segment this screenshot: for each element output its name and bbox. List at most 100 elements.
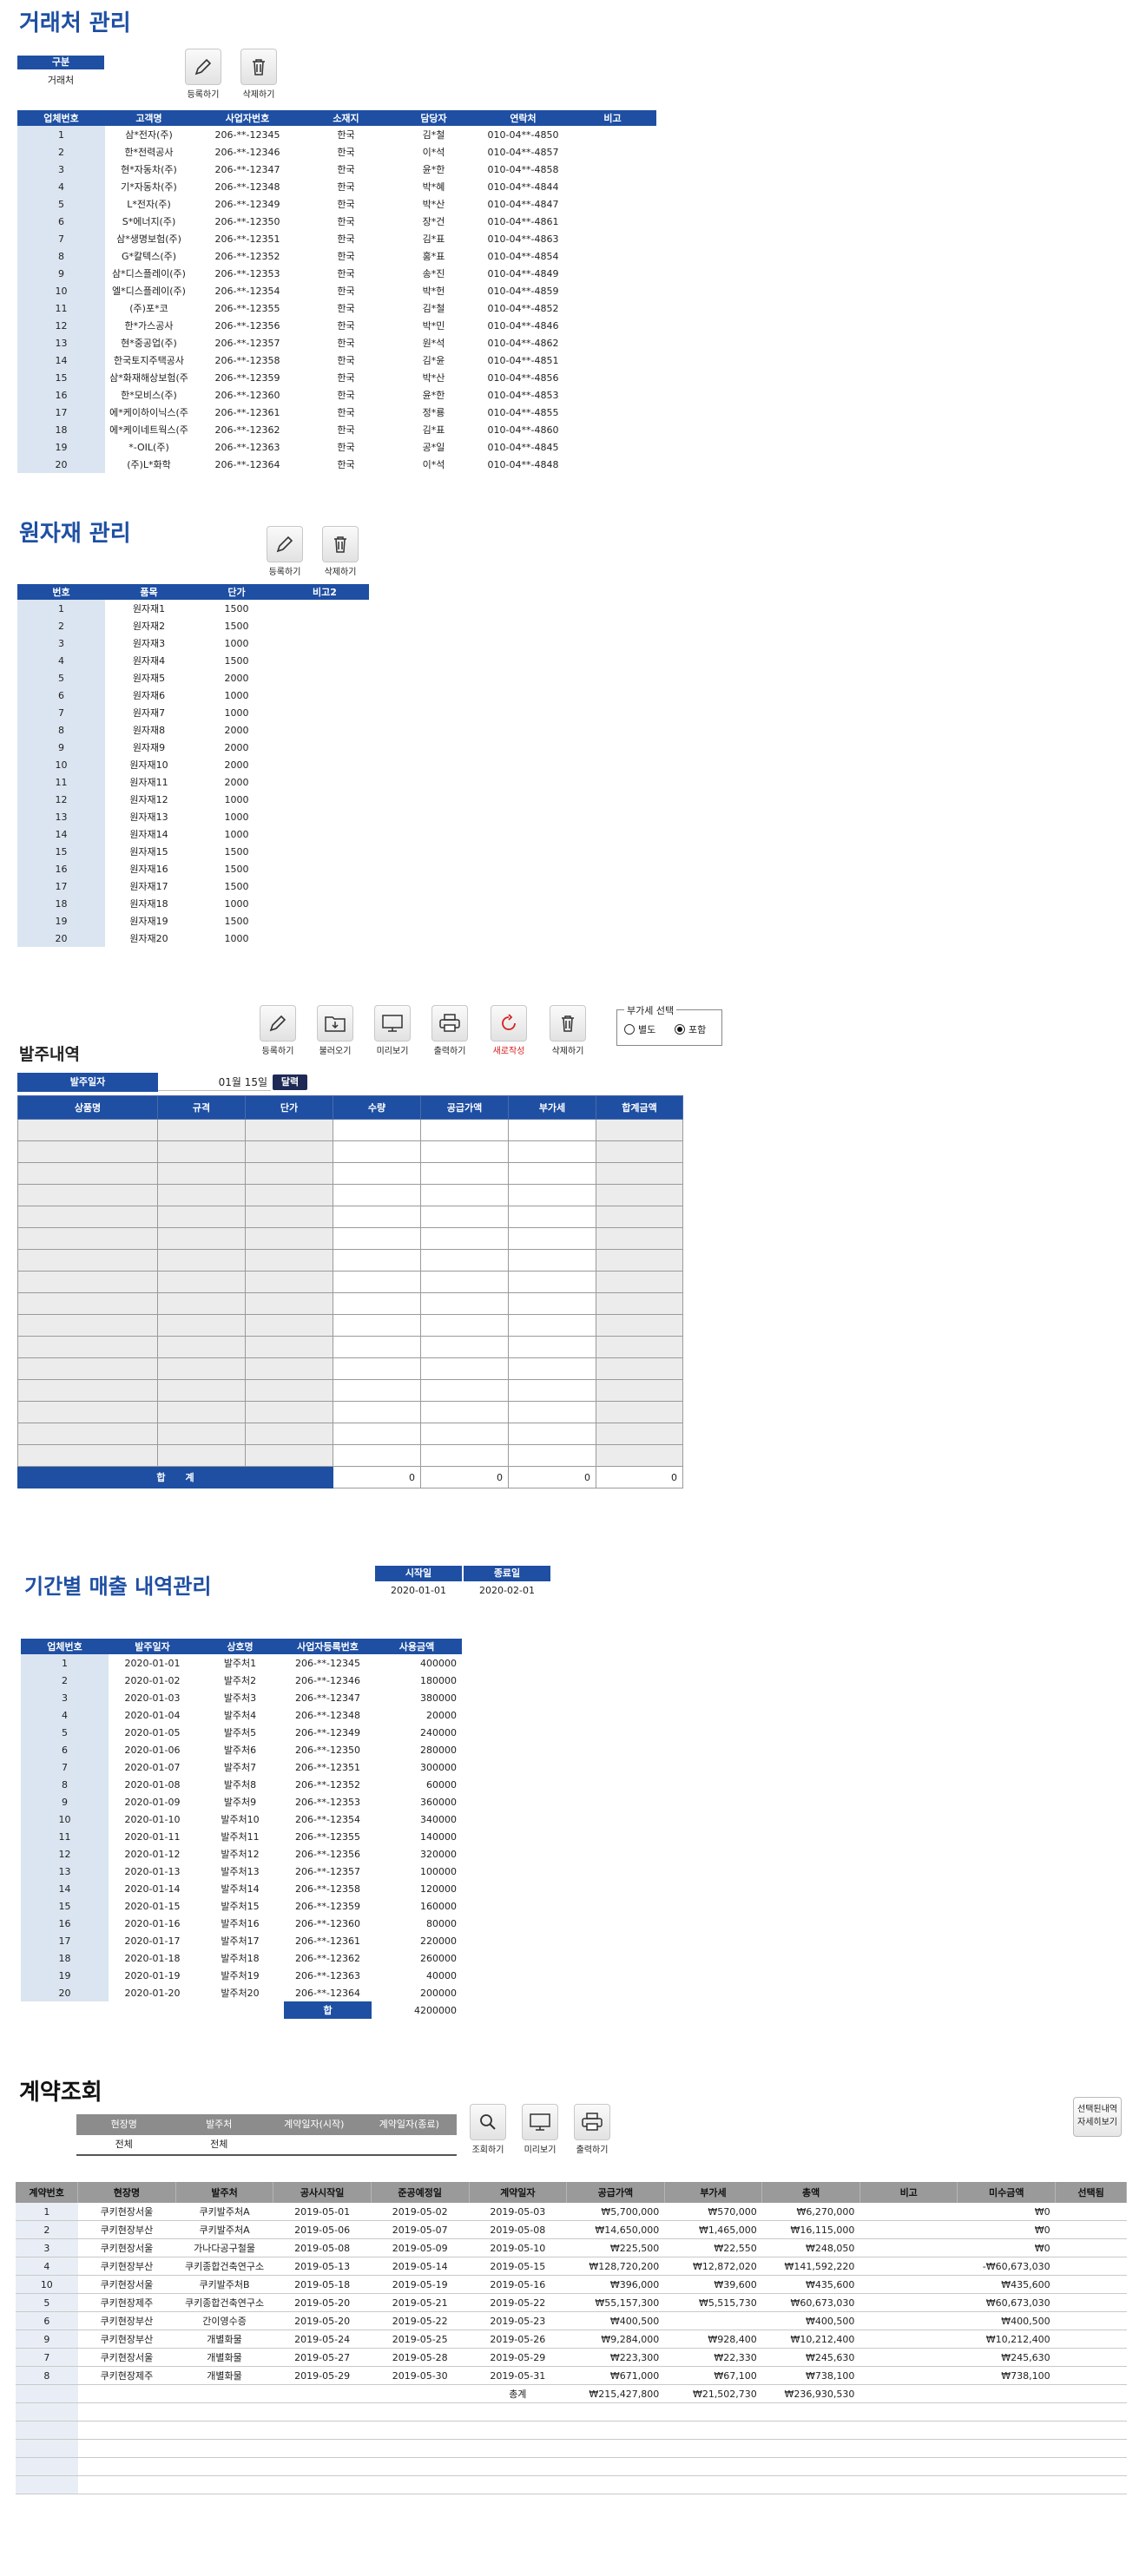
sales-cell[interactable]: 발주처17 — [196, 1932, 284, 1949]
partner-cell[interactable] — [569, 195, 656, 213]
order-row[interactable] — [17, 1227, 683, 1250]
contract-cell[interactable]: ₩0 — [957, 2203, 1056, 2221]
partner-cell[interactable]: 윤*한 — [390, 161, 478, 178]
partner-cell[interactable]: 206-**-12364 — [193, 456, 302, 473]
contract-cell[interactable] — [371, 2457, 470, 2476]
order-cell[interactable] — [245, 1379, 333, 1402]
order-row[interactable] — [17, 1357, 683, 1380]
sales-cell[interactable]: 2020-01-11 — [109, 1828, 196, 1845]
partner-row[interactable]: 15 삼*화재해상보험(주 206-**-12359 한국 박*산 010-04**-48… — [17, 369, 656, 386]
contract-cell[interactable]: 2019-05-30 — [371, 2366, 470, 2385]
sales-cell[interactable]: 발주처8 — [196, 1776, 284, 1793]
sales-cell[interactable]: 14 — [21, 1880, 109, 1897]
contract-print-button[interactable]: 출력하기 — [570, 2104, 615, 2155]
material-cell[interactable]: 원자재8 — [105, 721, 193, 739]
contract-cell[interactable]: 2019-05-15 — [469, 2257, 567, 2276]
contract-cell[interactable]: ₩671,000 — [566, 2366, 665, 2385]
order-cell[interactable] — [420, 1249, 509, 1272]
contract-cell[interactable]: 쿠키현장서울 — [77, 2203, 176, 2221]
material-cell[interactable]: 6 — [17, 687, 105, 704]
partner-cell[interactable]: 16 — [17, 386, 105, 404]
contract-row[interactable]: 4 쿠키현장부산 쿠키종합건축연구소 2019-05-13 2019-05-14 2019… — [16, 2257, 1127, 2276]
material-cell[interactable]: 1500 — [193, 877, 280, 895]
partners-header-cell[interactable]: 비고 — [569, 110, 656, 126]
order-cell[interactable] — [333, 1336, 421, 1358]
order-cell[interactable] — [245, 1184, 333, 1206]
sales-cell[interactable]: 2020-01-07 — [109, 1758, 196, 1776]
partner-cell[interactable] — [569, 334, 656, 352]
contract-cell[interactable] — [860, 2238, 958, 2257]
material-cell[interactable]: 원자재18 — [105, 895, 193, 912]
contract-cell[interactable] — [1055, 2475, 1127, 2494]
contract-cell[interactable] — [957, 2457, 1056, 2476]
material-cell[interactable]: 원자재20 — [105, 930, 193, 947]
sales-cell[interactable]: 2020-01-05 — [109, 1724, 196, 1741]
sales-cell[interactable]: 2020-01-17 — [109, 1932, 196, 1949]
material-cell[interactable] — [280, 652, 369, 669]
sales-cell[interactable]: 2020-01-04 — [109, 1706, 196, 1724]
partner-cell[interactable]: 010-04**-4859 — [478, 282, 569, 299]
contract-cell[interactable] — [1055, 2366, 1127, 2385]
end-date-value[interactable]: 2020-02-01 — [464, 1585, 550, 1596]
order-cell[interactable] — [596, 1444, 683, 1467]
radio-unselected[interactable] — [624, 1024, 635, 1035]
material-cell[interactable] — [280, 791, 369, 808]
order-row[interactable] — [17, 1206, 683, 1228]
partner-cell[interactable]: 한*모비스(주) — [105, 386, 193, 404]
order-cell[interactable] — [420, 1184, 509, 1206]
contract-cell[interactable]: ₩400,500 — [957, 2311, 1056, 2330]
contracts-header-cell[interactable]: 공사시작일 — [273, 2182, 372, 2203]
partner-cell[interactable]: 장*건 — [390, 213, 478, 230]
contract-filter-value[interactable]: 전체 — [172, 2135, 267, 2154]
contract-cell[interactable] — [77, 2439, 176, 2458]
material-delete-button[interactable]: 삭제하기 — [318, 526, 363, 577]
contracts-header-cell[interactable]: 미수금액 — [957, 2182, 1057, 2203]
contract-cell[interactable]: 쿠키현장서울 — [77, 2238, 176, 2257]
partner-row[interactable]: 11 (주)포*코 206-**-12355 한국 김*철 010-04**-4852 — [17, 299, 656, 317]
order-cell[interactable] — [420, 1314, 509, 1337]
sales-cell[interactable]: 206-**-12356 — [284, 1845, 372, 1863]
partner-cell[interactable]: 7 — [17, 230, 105, 247]
sales-row[interactable]: 15 2020-01-15 발주처15 206-**-12359 160000 — [21, 1897, 462, 1915]
contract-cell[interactable] — [273, 2475, 372, 2494]
sales-cell[interactable]: 2020-01-12 — [109, 1845, 196, 1863]
order-cell[interactable] — [420, 1206, 509, 1228]
material-cell[interactable]: 2000 — [193, 756, 280, 773]
contract-cell[interactable]: 8 — [16, 2366, 78, 2385]
contract-cell[interactable]: ₩396,000 — [566, 2275, 665, 2294]
sales-cell[interactable]: 13 — [21, 1863, 109, 1880]
partner-cell[interactable]: 19 — [17, 438, 105, 456]
contract-cell[interactable]: 쿠키현장부산 — [77, 2330, 176, 2349]
sales-cell[interactable]: 5 — [21, 1724, 109, 1741]
material-cell[interactable]: 1000 — [193, 791, 280, 808]
material-register-button[interactable]: 등록하기 — [262, 526, 307, 577]
partner-cell[interactable]: 한국 — [302, 456, 390, 473]
partner-cell[interactable]: 13 — [17, 334, 105, 352]
order-load-button[interactable]: 불러오기 — [313, 1005, 358, 1056]
partner-cell[interactable]: 한국 — [302, 265, 390, 282]
material-cell[interactable]: 7 — [17, 704, 105, 721]
partner-cell[interactable]: 010-04**-4858 — [478, 161, 569, 178]
partner-cell[interactable]: 1 — [17, 126, 105, 143]
contract-cell[interactable]: ₩223,300 — [566, 2348, 665, 2367]
order-cell[interactable] — [17, 1401, 158, 1423]
order-cell[interactable] — [333, 1444, 421, 1467]
contracts-header-cell[interactable]: 현장명 — [77, 2182, 176, 2203]
material-cell[interactable]: 원자재10 — [105, 756, 193, 773]
material-cell[interactable]: 5 — [17, 669, 105, 687]
partner-cell[interactable]: 010-04**-4853 — [478, 386, 569, 404]
contracts-header-cell[interactable]: 부가세 — [664, 2182, 763, 2203]
contract-cell[interactable] — [371, 2402, 470, 2422]
material-cell[interactable]: 원자재12 — [105, 791, 193, 808]
material-row[interactable]: 9 원자재9 2000 — [17, 739, 369, 756]
partner-delete-button[interactable]: 삭제하기 — [236, 49, 281, 100]
partner-cell[interactable]: 김*철 — [390, 299, 478, 317]
contract-cell[interactable] — [860, 2293, 958, 2312]
sales-cell[interactable]: 2020-01-06 — [109, 1741, 196, 1758]
order-cell[interactable] — [245, 1249, 333, 1272]
order-cell[interactable] — [17, 1357, 158, 1380]
partner-row[interactable]: 6 S*에너지(주) 206-**-12350 한국 장*건 010-04**-4861 — [17, 213, 656, 230]
order-cell[interactable] — [596, 1401, 683, 1423]
order-row[interactable] — [17, 1314, 683, 1337]
contract-cell[interactable]: 2019-05-09 — [371, 2238, 470, 2257]
